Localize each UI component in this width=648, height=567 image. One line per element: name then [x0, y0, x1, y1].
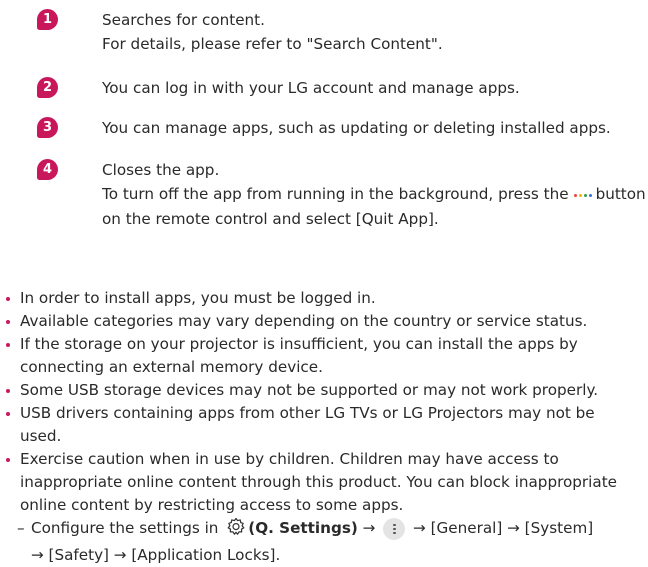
- step-1-line-2: For details, please refer to "Search Con…: [102, 35, 443, 53]
- note-3-line-1: If the storage on your projector is insu…: [20, 335, 578, 353]
- note-3-line-2: connecting an external memory device.: [20, 358, 323, 376]
- note-item: Some USB storage devices may not be supp…: [0, 379, 648, 402]
- note-item: Exercise caution when in use by children…: [0, 448, 648, 517]
- step-4-line-2: To turn off the app from running in the …: [102, 182, 646, 207]
- step-badge-4: 4: [37, 159, 58, 180]
- note-6-line-2: inappropriate online content through thi…: [20, 473, 617, 491]
- sub-line-1: Configure the settings in (Q. Settings) …: [31, 517, 648, 544]
- step-4-line-1: Closes the app.: [102, 161, 220, 179]
- notes-list: In order to install apps, you must be lo…: [0, 287, 648, 567]
- note-6-line-3: online content by restricting access to …: [20, 496, 404, 514]
- step-4-line-2-after: button: [595, 185, 646, 203]
- step-4-line-2-before: To turn off the app from running in the …: [102, 185, 569, 203]
- sub-dash: –: [17, 519, 25, 537]
- step-1-line-1: Searches for content.: [102, 11, 265, 29]
- step-1-text: Searches for content. For details, pleas…: [102, 8, 642, 56]
- note-item: Available categories may vary depending …: [0, 310, 648, 333]
- note-2-line-1: Available categories may vary depending …: [20, 312, 588, 330]
- note-4-line-1: Some USB storage devices may not be supp…: [20, 381, 599, 399]
- arrow: →: [413, 519, 426, 537]
- gear-icon: [226, 517, 246, 544]
- sub-before: Configure the settings in: [31, 519, 219, 537]
- sub-after: [General] → [System]: [430, 519, 594, 537]
- step-2-line-1: You can log in with your LG account and …: [102, 79, 520, 97]
- step-2-text: You can log in with your LG account and …: [102, 76, 642, 100]
- note-sub-item: – Configure the settings in (Q. Settings…: [0, 517, 648, 567]
- note-5-line-2: used.: [20, 427, 62, 445]
- settings-label: (Q. Settings): [248, 519, 358, 537]
- arrow: →: [362, 519, 376, 537]
- note-item: USB drivers containing apps from other L…: [0, 402, 648, 448]
- step-4-text: Closes the app. To turn off the app from…: [102, 158, 646, 231]
- sub-line-2: → [Safety] → [Application Locks].: [31, 546, 281, 564]
- multicolor-dots-icon: [573, 183, 593, 207]
- step-badge-3: 3: [37, 117, 58, 138]
- vertical-dots-icon: [383, 517, 406, 540]
- step-3-text: You can manage apps, such as updating or…: [102, 116, 642, 140]
- note-5-line-1: USB drivers containing apps from other L…: [20, 404, 595, 422]
- note-6-line-1: Exercise caution when in use by children…: [20, 450, 559, 468]
- note-item: If the storage on your projector is insu…: [0, 333, 648, 379]
- step-3-line-1: You can manage apps, such as updating or…: [102, 119, 611, 137]
- step-badge-1: 1: [37, 9, 58, 30]
- step-4-line-3: on the remote control and select [Quit A…: [102, 209, 439, 228]
- note-item: In order to install apps, you must be lo…: [0, 287, 648, 310]
- step-badge-2: 2: [37, 77, 58, 98]
- note-1-line-1: In order to install apps, you must be lo…: [20, 289, 376, 307]
